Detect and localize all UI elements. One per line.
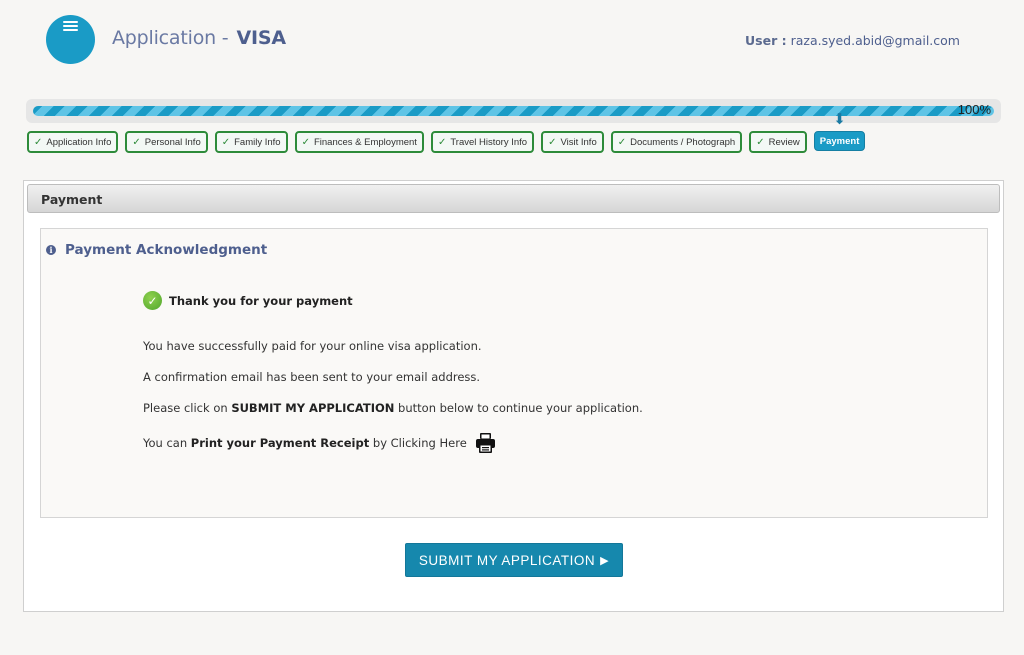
page-title: Application - VISA bbox=[112, 27, 286, 49]
progress-label: 100% bbox=[957, 102, 991, 117]
step-payment-wrap: ⬇ Payment bbox=[813, 112, 866, 153]
check-icon: ✓ bbox=[756, 136, 765, 148]
acknowledgment-box: i Payment Acknowledgment ✓ Thank you for… bbox=[40, 228, 988, 518]
step-finances-employment[interactable]: ✓ Finances & Employment bbox=[294, 131, 424, 153]
step-documents-photograph[interactable]: ✓ Documents / Photograph bbox=[610, 131, 743, 153]
submit-button-label: SUBMIT MY APPLICATION bbox=[418, 552, 596, 568]
step-family-info[interactable]: ✓ Family Info bbox=[214, 131, 288, 153]
submit-application-button[interactable]: SUBMIT MY APPLICATION ▶ bbox=[405, 543, 623, 577]
user-label: User : bbox=[745, 33, 787, 48]
submit-instruction: Please click on SUBMIT MY APPLICATION bu… bbox=[143, 401, 643, 415]
app-title-text: Application - bbox=[112, 27, 229, 49]
step-label: Payment bbox=[819, 135, 860, 147]
payment-panel: Payment i Payment Acknowledgment ✓ Thank… bbox=[23, 180, 1004, 612]
check-icon: ✓ bbox=[437, 136, 447, 148]
text-bold: Print your Payment Receipt bbox=[190, 436, 370, 450]
app-type: VISA bbox=[236, 27, 286, 49]
step-review[interactable]: ✓ Review bbox=[749, 131, 807, 153]
step-label: Family Info bbox=[234, 136, 281, 148]
check-icon: ✓ bbox=[301, 136, 310, 148]
step-label: Personal Info bbox=[144, 136, 201, 148]
step-label: Visit Info bbox=[560, 136, 597, 148]
check-icon: ✓ bbox=[132, 136, 141, 148]
user-email: raza.syed.abid@gmail.com bbox=[790, 33, 960, 48]
step-payment[interactable]: Payment bbox=[813, 131, 866, 151]
step-label: Finances & Employment bbox=[313, 136, 417, 148]
text-segment: Please click on bbox=[143, 401, 232, 415]
step-label: Documents / Photograph bbox=[630, 136, 736, 148]
check-icon: ✓ bbox=[548, 136, 557, 148]
step-label: Review bbox=[768, 136, 800, 148]
step-label: Application Info bbox=[46, 136, 112, 148]
text-segment: by Clicking Here bbox=[372, 436, 467, 450]
info-icon: i bbox=[46, 245, 56, 255]
menu-logo-button[interactable] bbox=[46, 15, 95, 64]
check-icon: ✓ bbox=[221, 136, 231, 148]
panel-heading: Payment bbox=[27, 184, 1000, 213]
check-icon: ✓ bbox=[617, 136, 627, 148]
email-sent-message: A confirmation email has been sent to yo… bbox=[143, 370, 481, 384]
step-visit-info[interactable]: ✓ Visit Info bbox=[541, 131, 604, 153]
user-info: User : raza.syed.abid@gmail.com bbox=[745, 33, 960, 48]
success-check-icon: ✓ bbox=[143, 291, 162, 310]
play-arrow-icon: ▶ bbox=[600, 554, 610, 567]
wizard-steps: ✓ Application Info ✓ Personal Info ✓ Family… bbox=[27, 112, 866, 153]
text-segment: You can bbox=[143, 436, 188, 450]
arrow-down-icon: ⬇ bbox=[833, 110, 846, 128]
step-personal-info[interactable]: ✓ Personal Info bbox=[125, 131, 208, 153]
step-travel-history-info[interactable]: ✓ Travel History Info bbox=[430, 131, 535, 153]
section-title: i Payment Acknowledgment bbox=[46, 242, 267, 258]
progress-bar-fill bbox=[33, 106, 994, 116]
step-label: Travel History Info bbox=[450, 136, 528, 148]
section-title-text: Payment Acknowledgment bbox=[65, 242, 268, 258]
print-receipt-line: You can Print your Payment Receipt by Cl… bbox=[143, 432, 496, 454]
check-icon: ✓ bbox=[34, 136, 43, 148]
printer-icon[interactable] bbox=[475, 432, 496, 454]
hamburger-menu-icon bbox=[63, 21, 78, 33]
step-application-info[interactable]: ✓ Application Info bbox=[27, 131, 119, 153]
thank-you-text: Thank you for your payment bbox=[169, 293, 353, 308]
progress-bar-track: 100% bbox=[26, 99, 1001, 123]
text-bold: SUBMIT MY APPLICATION bbox=[231, 401, 395, 415]
thank-you-message: ✓ Thank you for your payment bbox=[143, 291, 353, 310]
paid-message: You have successfully paid for your onli… bbox=[143, 339, 482, 353]
text-segment: button below to continue your applicatio… bbox=[394, 401, 643, 415]
